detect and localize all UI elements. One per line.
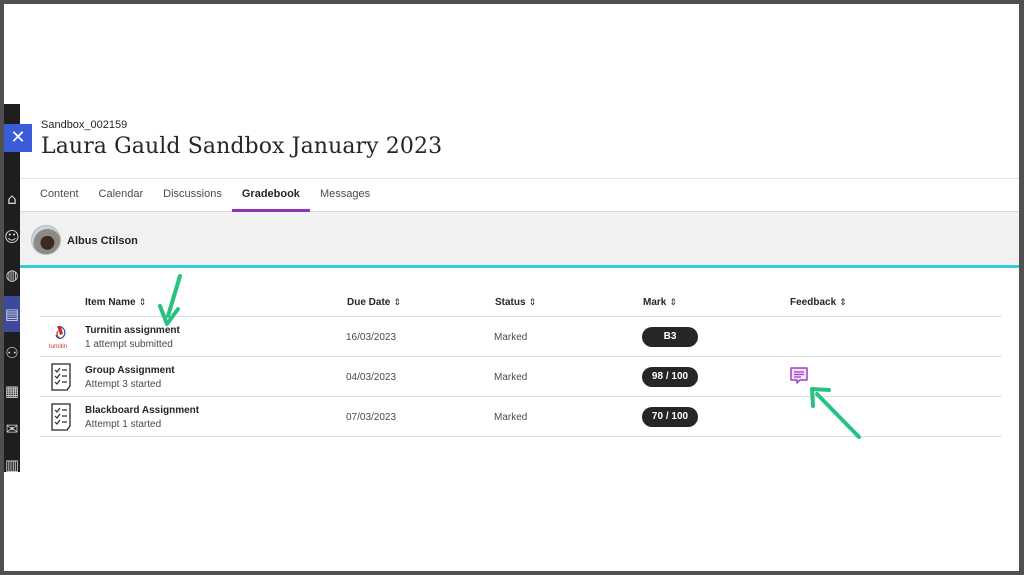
due-date: 04/03/2023 [346, 372, 397, 383]
groups-icon[interactable]: ⚇ [4, 342, 20, 364]
table-row[interactable]: Group Assignment Attempt 3 started 04/03… [40, 357, 1002, 397]
globe-icon[interactable]: ◍ [4, 264, 20, 286]
attempt-info: Attempt 1 started [85, 419, 162, 430]
feedback-icon[interactable] [789, 366, 809, 386]
left-nav: ⌂ ☺ ◍ ▤ ⚇ ▦ ✉ ▥ [4, 104, 20, 472]
header-label: Item Name [85, 297, 136, 308]
header-label: Status [495, 297, 526, 308]
student-header: Albus Ctilson [20, 212, 1019, 268]
table-header: Item Name ⇕ Due Date ⇕ Status ⇕ Mark ⇕ Feedb… [40, 294, 1002, 317]
sort-icon: ⇕ [528, 297, 537, 307]
page-title: Laura Gauld Sandbox January 2023 [41, 134, 443, 159]
status: Marked [494, 372, 528, 383]
header-feedback[interactable]: Feedback ⇕ [790, 297, 847, 308]
calendar-icon[interactable]: ▦ [4, 380, 20, 402]
grades-table: Item Name ⇕ Due Date ⇕ Status ⇕ Mark ⇕ Feedb… [40, 294, 1002, 437]
header-label: Feedback [790, 297, 837, 308]
attempt-info: Attempt 3 started [85, 379, 162, 390]
course-tabs: Content Calendar Discussions Gradebook M… [20, 178, 1019, 212]
tab-gradebook[interactable]: Gradebook [231, 179, 311, 212]
table-row[interactable]: turnitin Turnitin assignment 1 attempt s… [40, 317, 1002, 357]
courses-icon[interactable]: ▤ [4, 303, 20, 325]
annotation-arrows [158, 274, 861, 439]
header-label: Due Date [347, 297, 391, 308]
item-name-link[interactable]: Turnitin assignment [85, 325, 180, 336]
mark-pill[interactable]: B3 [642, 327, 698, 347]
grades-icon[interactable]: ▥ [4, 454, 20, 472]
close-course-button[interactable]: ✕ [4, 124, 32, 152]
due-date: 07/03/2023 [346, 412, 397, 423]
sort-icon: ⇕ [839, 297, 847, 307]
svg-text:turnitin: turnitin [49, 344, 67, 350]
screenshot-frame [0, 0, 1024, 575]
avatar [31, 225, 61, 255]
student-name: Albus Ctilson [67, 235, 138, 247]
turnitin-icon: turnitin [49, 326, 67, 350]
status: Marked [494, 412, 528, 423]
sort-icon: ⇕ [138, 297, 147, 307]
table-row[interactable]: Blackboard Assignment Attempt 1 started … [40, 397, 1002, 437]
mark-pill[interactable]: 70 / 100 [642, 407, 698, 427]
course-id: Sandbox_002159 [41, 119, 128, 131]
attempt-info: 1 attempt submitted [85, 339, 173, 350]
profile-icon[interactable]: ☺ [4, 226, 20, 248]
mark-pill[interactable]: 98 / 100 [642, 367, 698, 387]
tab-content[interactable]: Content [30, 179, 89, 212]
header-status[interactable]: Status ⇕ [495, 297, 536, 308]
header-mark[interactable]: Mark ⇕ [643, 297, 677, 308]
header-label: Mark [643, 297, 667, 308]
institution-icon[interactable]: ⌂ [4, 188, 20, 210]
assignment-icon [51, 363, 71, 391]
close-icon: ✕ [10, 127, 26, 148]
sort-icon: ⇕ [669, 297, 677, 307]
header-due-date[interactable]: Due Date ⇕ [347, 297, 401, 308]
due-date: 16/03/2023 [346, 332, 397, 343]
messages-icon[interactable]: ✉ [4, 418, 20, 440]
item-name-link[interactable]: Group Assignment [85, 365, 175, 376]
header-item-name[interactable]: Item Name ⇕ [85, 297, 146, 308]
item-name-link[interactable]: Blackboard Assignment [85, 405, 199, 416]
assignment-icon [51, 403, 71, 431]
sort-icon: ⇕ [393, 297, 401, 307]
tab-calendar[interactable]: Calendar [89, 179, 154, 212]
tab-discussions[interactable]: Discussions [153, 179, 232, 212]
status: Marked [494, 332, 528, 343]
tab-messages[interactable]: Messages [310, 179, 380, 212]
